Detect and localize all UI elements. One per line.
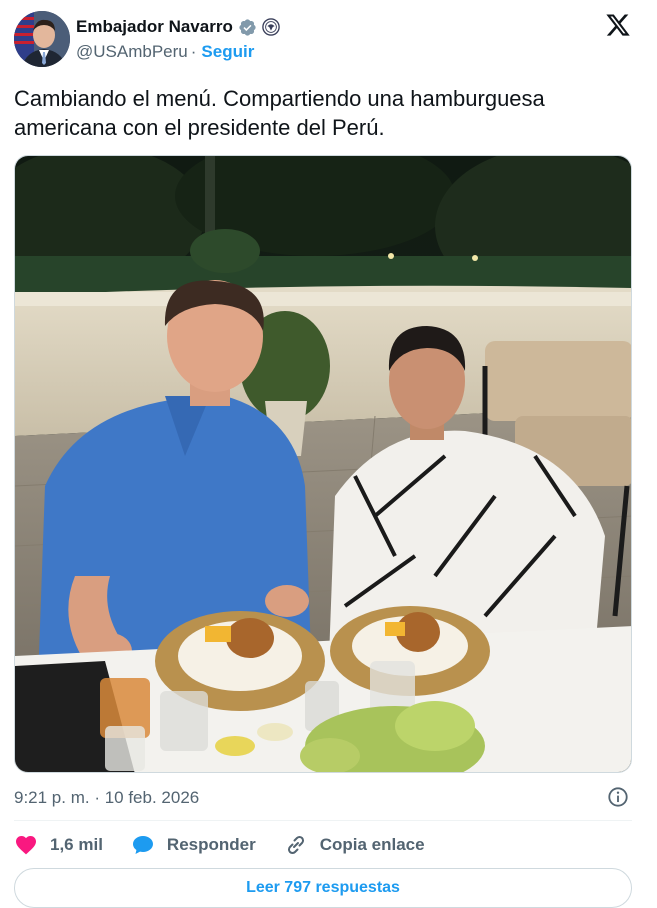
speech-bubble-icon xyxy=(132,836,153,854)
copy-link-button[interactable]: Copia enlace xyxy=(284,833,425,857)
tweet-timestamp[interactable]: 9:21 p. m. · 10 feb. 2026 xyxy=(14,788,199,808)
tweet-actions: 1,6 mil Responder Copia enlace xyxy=(14,832,453,858)
author-handle[interactable]: @USAmbPeru xyxy=(76,42,188,62)
x-logo-icon[interactable] xyxy=(605,12,631,38)
copy-link-label: Copia enlace xyxy=(319,835,425,854)
info-icon[interactable] xyxy=(607,786,629,808)
tweet-text: Cambiando el menú. Compartiendo una hamb… xyxy=(14,86,545,140)
link-icon xyxy=(287,835,304,855)
reply-label: Responder xyxy=(166,835,256,854)
reply-button[interactable]: Responder xyxy=(131,833,256,857)
like-button[interactable]: 1,6 mil xyxy=(14,833,103,857)
government-seal-icon xyxy=(262,18,280,36)
author-name[interactable]: Embajador Navarro xyxy=(76,17,233,37)
like-count: 1,6 mil xyxy=(50,835,103,854)
tweet-photo[interactable] xyxy=(14,155,632,773)
divider xyxy=(14,820,632,821)
verified-badge-icon xyxy=(239,18,256,36)
author-avatar[interactable] xyxy=(14,11,70,67)
read-replies-button[interactable]: Leer 797 respuestas xyxy=(14,868,632,908)
heart-icon xyxy=(16,836,36,855)
handle-separator: · xyxy=(190,42,197,61)
follow-button[interactable]: Seguir xyxy=(201,42,254,62)
